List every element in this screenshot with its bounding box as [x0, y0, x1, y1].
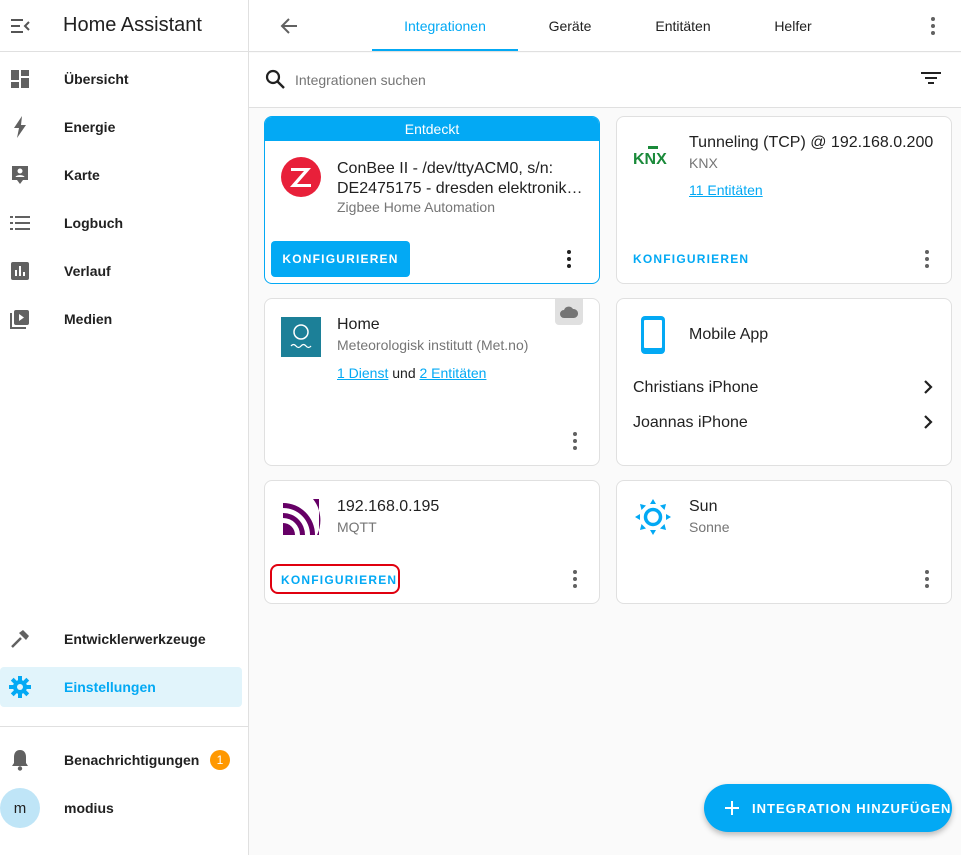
sidebar-item-benachrichtigungen[interactable]: Benachrichtigungen 1 [0, 740, 242, 780]
user-name: modius [64, 800, 114, 816]
sidebar-header: Home Assistant [0, 0, 248, 52]
tab-geraete[interactable]: Geräte [528, 0, 612, 52]
cloud-icon [555, 299, 583, 325]
integration-card-zigbee: Entdeckt ConBee II - /dev/ttyACM0, s/n: … [264, 116, 600, 284]
configure-button[interactable]: KONFIGURIEREN [271, 241, 410, 277]
sidebar-item-label: Energie [64, 119, 116, 135]
card-subtitle: MQTT [337, 519, 377, 535]
mqtt-logo-icon [281, 497, 321, 537]
menu-collapse-icon[interactable] [0, 0, 40, 52]
services-link[interactable]: 1 Dienst [337, 365, 388, 381]
sidebar-item-label: Entwicklerwerkzeuge [64, 631, 206, 647]
filter-icon[interactable] [921, 70, 941, 91]
avatar: m [0, 788, 40, 828]
sidebar-item-user[interactable]: m modius [0, 788, 242, 828]
bell-icon [0, 740, 40, 780]
sidebar-item-label: Medien [64, 311, 113, 327]
more-vert-icon[interactable] [563, 567, 587, 591]
sidebar-item-einstellungen[interactable]: Einstellungen [0, 667, 242, 707]
chart-bar-icon [0, 251, 40, 291]
chevron-right-icon [923, 379, 933, 400]
notification-badge: 1 [210, 750, 230, 770]
integration-card-sun: Sun Sonne [616, 480, 952, 604]
device-row[interactable]: Christians iPhone [633, 379, 933, 399]
card-subtitle: KNX [689, 155, 718, 171]
sidebar-item-entwicklerwerkzeuge[interactable]: Entwicklerwerkzeuge [0, 619, 242, 659]
device-row[interactable]: Joannas iPhone [633, 414, 933, 434]
configure-button[interactable]: KONFIGURIEREN [281, 573, 397, 587]
sidebar-item-label: Einstellungen [64, 679, 156, 695]
tab-helfer[interactable]: Helfer [754, 0, 832, 52]
sidebar-item-label: Übersicht [64, 71, 129, 87]
sidebar-item-energie[interactable]: Energie [0, 107, 242, 147]
sun-logo-icon [633, 497, 673, 537]
card-links: 1 Dienst und 2 Entitäten [337, 365, 486, 381]
more-vert-icon[interactable] [915, 567, 939, 591]
sidebar-item-medien[interactable]: Medien [0, 299, 242, 339]
more-vert-icon[interactable] [563, 429, 587, 453]
sidebar-divider [0, 726, 248, 727]
more-vert-icon[interactable] [557, 247, 581, 271]
active-tab-indicator [372, 49, 518, 51]
configure-button[interactable]: KONFIGURIEREN [633, 252, 749, 266]
list-icon [0, 203, 40, 243]
card-subtitle: Meteorologisk institutt (Met.no) [337, 337, 529, 353]
integration-card-knx: KNX Tunneling (TCP) @ 192.168.0.200 KNX … [616, 116, 952, 284]
search-input[interactable] [295, 69, 855, 91]
play-box-icon [0, 299, 40, 339]
knx-logo-icon: KNX [631, 137, 675, 177]
link-connector: und [392, 365, 416, 381]
hammer-icon [0, 619, 40, 659]
chevron-right-icon [923, 414, 933, 435]
card-title: Sun [689, 498, 718, 515]
entities-link[interactable]: 11 Entitäten [689, 182, 763, 198]
device-name: Christians iPhone [633, 379, 759, 396]
discovered-header: Entdeckt [265, 117, 599, 141]
sidebar: Home Assistant Übersicht Energie Karte L… [0, 0, 249, 855]
integration-card-mobile-app: Mobile App Christians iPhone Joannas iPh… [616, 298, 952, 466]
lightning-icon [0, 107, 40, 147]
card-title: 192.168.0.195 [337, 498, 440, 515]
app-title: Home Assistant [63, 14, 202, 36]
more-vert-icon[interactable] [915, 247, 939, 271]
sidebar-item-label: Verlauf [64, 263, 111, 279]
zigbee-logo-icon [281, 157, 321, 197]
search-icon [265, 69, 285, 94]
entities-link[interactable]: 2 Entitäten [420, 365, 487, 381]
card-title: Home [337, 316, 380, 333]
dashboard-icon [0, 59, 40, 99]
search-bar [249, 53, 961, 108]
more-vert-icon[interactable] [919, 12, 947, 40]
integration-card-mqtt: 192.168.0.195 MQTT KONFIGURIEREN [264, 480, 600, 604]
gear-icon [0, 667, 40, 707]
add-integration-label: INTEGRATION HINZUFÜGEN [752, 800, 952, 816]
card-title: Tunneling (TCP) @ 192.168.0.200 [689, 134, 934, 151]
map-account-icon [0, 155, 40, 195]
plus-icon [720, 796, 744, 820]
sidebar-item-logbuch[interactable]: Logbuch [0, 203, 242, 243]
device-name: Joannas iPhone [633, 414, 748, 431]
top-bar: Integrationen Geräte Entitäten Helfer [249, 0, 961, 52]
card-title: Mobile App [689, 326, 769, 343]
sidebar-item-uebersicht[interactable]: Übersicht [0, 59, 242, 99]
card-subtitle: Sonne [689, 519, 730, 535]
tab-integrationen[interactable]: Integrationen [372, 0, 518, 52]
integration-card-metno: Home Meteorologisk institutt (Met.no) 1 … [264, 298, 600, 466]
card-title: ConBee II - /dev/ttyACM0, s/n: [337, 160, 554, 177]
cellphone-icon [633, 315, 673, 355]
card-title-line2: DE2475175 - dresden elektronik… [337, 180, 583, 197]
card-subtitle: Zigbee Home Automation [337, 199, 495, 215]
metno-logo-icon [281, 317, 321, 357]
tab-entitaeten[interactable]: Entitäten [638, 0, 728, 52]
back-arrow-icon[interactable] [275, 12, 303, 40]
sidebar-item-karte[interactable]: Karte [0, 155, 242, 195]
knx-logo-text: KNX [633, 151, 667, 168]
sidebar-item-label: Karte [64, 167, 100, 183]
sidebar-item-verlauf[interactable]: Verlauf [0, 251, 242, 291]
sidebar-item-label: Benachrichtigungen [64, 752, 200, 768]
sidebar-item-label: Logbuch [64, 215, 124, 231]
add-integration-button[interactable]: INTEGRATION HINZUFÜGEN [704, 784, 952, 832]
